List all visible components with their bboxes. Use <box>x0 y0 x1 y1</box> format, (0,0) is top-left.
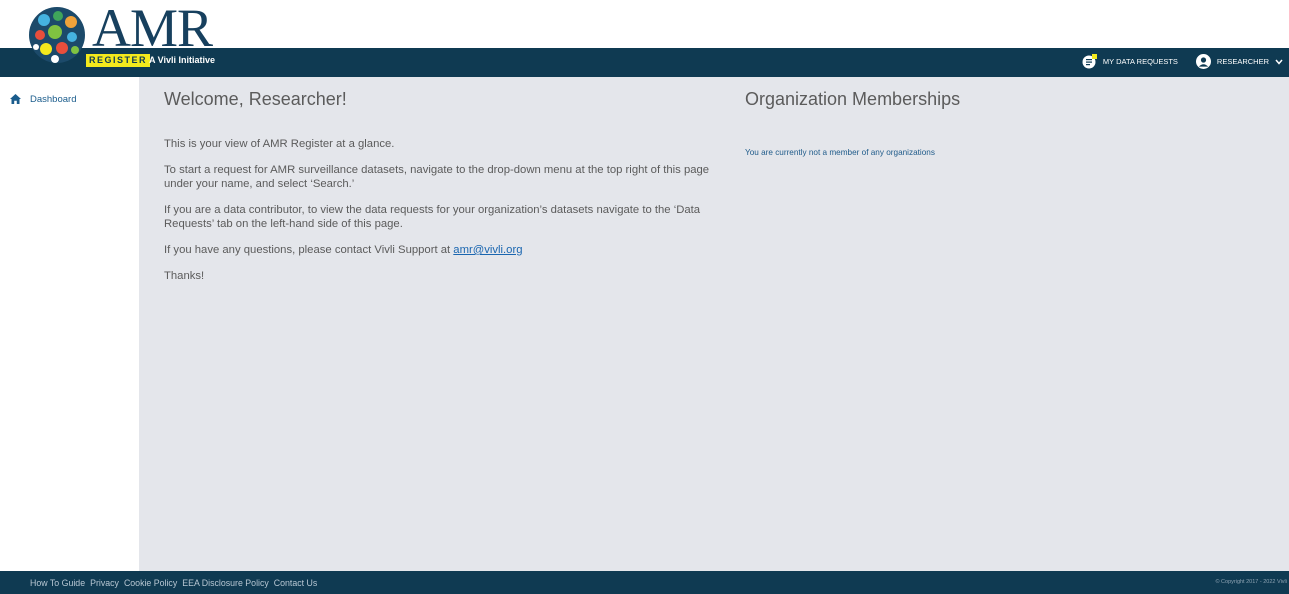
welcome-text: This is your view of AMR Register at a g… <box>164 137 734 295</box>
footer-link-privacy[interactable]: Privacy <box>90 578 119 588</box>
support-text: If you have any questions, please contac… <box>164 244 454 256</box>
sidebar-panel <box>0 121 139 571</box>
organization-empty-message: You are currently not a member of any or… <box>745 148 935 157</box>
footer-link-eea-disclosure[interactable]: EEA Disclosure Policy <box>182 578 269 588</box>
user-avatar-icon <box>1195 54 1211 69</box>
data-requests-icon <box>1082 54 1097 69</box>
footer: How To Guide Privacy Cookie Policy EEA D… <box>0 571 1289 594</box>
user-menu[interactable]: RESEARCHER <box>1195 54 1283 69</box>
my-data-requests-label: MY DATA REQUESTS <box>1102 57 1178 66</box>
footer-link-contact-us[interactable]: Contact Us <box>274 578 318 588</box>
welcome-paragraph: This is your view of AMR Register at a g… <box>164 138 395 150</box>
support-email-link[interactable]: amr@vivli.org <box>453 244 522 256</box>
chevron-down-icon <box>1275 59 1283 65</box>
sidebar-item-label: Dashboard <box>30 94 77 105</box>
main-content: Welcome, Researcher! This is your view o… <box>139 77 1289 571</box>
welcome-paragraph: To start a request for AMR surveillance … <box>164 164 710 190</box>
register-badge: REGISTER <box>86 54 151 67</box>
header-nav: MY DATA REQUESTS RESEARCHER <box>1082 54 1283 69</box>
globe-logo-icon <box>29 7 85 63</box>
welcome-title: Welcome, Researcher! <box>164 89 347 109</box>
sidebar: Dashboard <box>0 77 139 571</box>
footer-links: How To Guide Privacy Cookie Policy EEA D… <box>30 571 317 594</box>
support-paragraph: If you have any questions, please contac… <box>164 243 734 257</box>
brand-logo[interactable]: AMR <box>0 0 420 78</box>
my-data-requests-link[interactable]: MY DATA REQUESTS <box>1082 54 1178 69</box>
copyright-text: © Copyright 2017 - 2022 Vivli <box>1215 579 1287 585</box>
sidebar-item-dashboard[interactable]: Dashboard <box>0 77 139 121</box>
thanks-text: Thanks! <box>164 270 205 282</box>
logo-wordmark: AMR <box>92 0 213 58</box>
footer-link-how-to-guide[interactable]: How To Guide <box>30 578 85 588</box>
footer-link-cookie-policy[interactable]: Cookie Policy <box>124 578 177 588</box>
home-icon <box>10 94 21 104</box>
welcome-paragraph: If you are a data contributor, to view t… <box>164 204 701 230</box>
user-menu-label: RESEARCHER <box>1216 57 1269 66</box>
organization-memberships-title: Organization Memberships <box>745 89 961 109</box>
tagline: A Vivli Initiative <box>149 55 216 65</box>
